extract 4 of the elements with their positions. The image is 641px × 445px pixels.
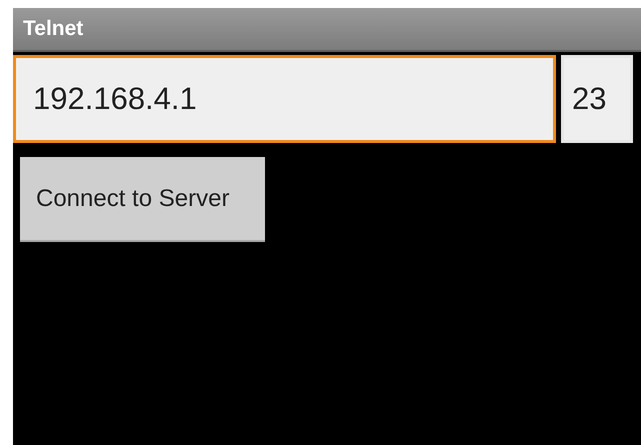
- window-title: Telnet: [23, 17, 84, 41]
- connect-button[interactable]: Connect to Server: [20, 157, 265, 242]
- port-field[interactable]: 23: [561, 55, 633, 143]
- host-field[interactable]: 192.168.4.1: [13, 55, 556, 143]
